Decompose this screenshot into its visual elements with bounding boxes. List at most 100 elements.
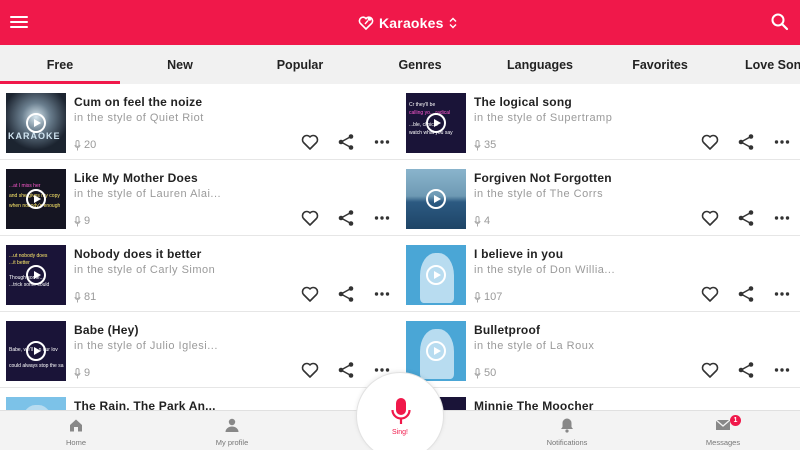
song-thumbnail[interactable]: KARAOKE (6, 93, 66, 153)
hamburger-menu-icon[interactable] (10, 13, 28, 31)
song-artist: in the style of Julio Iglesi... (74, 340, 218, 352)
microphone-small-icon (474, 291, 481, 302)
song-artist: in the style of La Roux (474, 340, 595, 352)
tab-love-songs[interactable]: Love Son (745, 45, 800, 84)
song-artist: in the style of Don Willia... (474, 264, 616, 276)
song-item[interactable]: The Rain, The Park An... (0, 388, 400, 410)
song-item[interactable]: KARAOKE Cum on feel the noize in the sty… (0, 84, 400, 160)
more-options-icon[interactable] (372, 132, 392, 152)
share-icon[interactable] (336, 132, 356, 152)
more-options-icon[interactable] (372, 208, 392, 228)
recordings-count-value: 50 (484, 367, 497, 379)
share-icon[interactable] (336, 360, 356, 380)
app-bar: Karaokes (0, 0, 800, 45)
song-artist: in the style of Lauren Alai... (74, 188, 222, 200)
play-icon (26, 265, 46, 285)
category-tabs: Free New Popular Genres Languages Favori… (0, 45, 800, 84)
recordings-count: 81 (74, 291, 96, 303)
song-item[interactable]: Bulletproof in the style of La Roux 50 (400, 312, 800, 388)
share-icon[interactable] (736, 284, 756, 304)
song-item[interactable]: ...at I miss her and she gives my copy w… (0, 160, 400, 236)
bell-icon (561, 418, 573, 433)
tab-genres[interactable]: Genres (360, 45, 480, 84)
messages-badge: 1 (730, 415, 741, 426)
microphone-small-icon (474, 215, 481, 226)
song-thumbnail[interactable]: Cr they'll be calling yo... radical ...b… (406, 93, 466, 153)
tab-new[interactable]: New (120, 45, 240, 84)
heart-icon[interactable] (700, 284, 720, 304)
nav-notifications[interactable]: Notifications (512, 411, 622, 450)
play-icon (26, 341, 46, 361)
heart-icon[interactable] (700, 132, 720, 152)
song-list: KARAOKE Cum on feel the noize in the sty… (0, 84, 800, 410)
song-title: Cum on feel the noize (74, 95, 203, 109)
recordings-count: 9 (74, 215, 90, 227)
song-item[interactable]: Minnie The Moocher (400, 388, 800, 410)
song-item[interactable]: Cr they'll be calling yo... radical ...b… (400, 84, 800, 160)
song-title: The Rain, The Park An... (74, 399, 216, 410)
microphone-small-icon (74, 215, 81, 226)
nav-home-label: Home (65, 438, 86, 447)
song-thumbnail[interactable] (6, 397, 66, 410)
tab-free[interactable]: Free (0, 45, 120, 84)
nav-my-profile[interactable]: My profile (177, 411, 287, 450)
share-icon[interactable] (336, 284, 356, 304)
song-item[interactable]: Forgiven Not Forgotten in the style of T… (400, 160, 800, 236)
up-down-arrows-icon (449, 17, 457, 29)
tab-languages[interactable]: Languages (480, 45, 600, 84)
microphone-icon (391, 398, 411, 424)
recordings-count: 107 (474, 291, 502, 303)
nav-messages[interactable]: 1 Messages (668, 411, 778, 450)
song-thumbnail[interactable]: ...at I miss her and she gives my copy w… (6, 169, 66, 229)
heart-icon[interactable] (300, 208, 320, 228)
song-thumbnail[interactable] (406, 169, 466, 229)
play-icon (426, 113, 446, 133)
nav-profile-label: My profile (215, 438, 249, 447)
recordings-count: 35 (474, 139, 496, 151)
karaokes-selector[interactable]: Karaokes (358, 12, 457, 34)
share-icon[interactable] (736, 208, 756, 228)
heart-icon[interactable] (700, 208, 720, 228)
song-thumbnail[interactable] (406, 245, 466, 305)
sing-label: Sing! (392, 429, 408, 436)
song-item[interactable]: ...ut nobody does ...it better Though so… (0, 236, 400, 312)
share-icon[interactable] (336, 208, 356, 228)
heart-microphone-icon (358, 16, 374, 31)
more-options-icon[interactable] (372, 284, 392, 304)
play-icon (26, 189, 46, 209)
lyrics-line: ...ut nobody does (9, 253, 48, 259)
more-options-icon[interactable] (772, 360, 792, 380)
song-thumbnail[interactable] (406, 321, 466, 381)
song-title: I believe in you (474, 247, 564, 261)
song-artist: in the style of Carly Simon (74, 264, 216, 276)
nav-home[interactable]: Home (21, 411, 131, 450)
song-thumbnail[interactable]: ...ut nobody does ...it better Though so… (6, 245, 66, 305)
share-icon[interactable] (736, 132, 756, 152)
song-thumbnail[interactable]: Babe, we'll ...n our lov could always st… (6, 321, 66, 381)
more-options-icon[interactable] (772, 284, 792, 304)
sing-button[interactable]: Sing! (356, 372, 444, 450)
play-icon (426, 341, 446, 361)
more-options-icon[interactable] (772, 132, 792, 152)
recordings-count-value: 4 (484, 215, 491, 227)
lyrics-line: ...it better (9, 260, 30, 266)
microphone-small-icon (474, 367, 481, 378)
tab-favorites[interactable]: Favorites (600, 45, 720, 84)
heart-icon[interactable] (300, 360, 320, 380)
app-title: Karaokes (379, 15, 444, 31)
tab-popular[interactable]: Popular (240, 45, 360, 84)
more-options-icon[interactable] (772, 208, 792, 228)
share-icon[interactable] (736, 360, 756, 380)
heart-icon[interactable] (300, 284, 320, 304)
heart-icon[interactable] (300, 132, 320, 152)
recordings-count: 9 (74, 367, 90, 379)
song-title: Babe (Hey) (74, 323, 139, 337)
song-item[interactable]: Babe, we'll ...n our lov could always st… (0, 312, 400, 388)
lyrics-line: Cr they'll be (409, 102, 436, 108)
nav-notifications-label: Notifications (546, 438, 588, 447)
song-item[interactable]: I believe in you in the style of Don Wil… (400, 236, 800, 312)
recordings-count-value: 9 (84, 215, 91, 227)
heart-icon[interactable] (700, 360, 720, 380)
microphone-small-icon (74, 367, 81, 378)
search-icon[interactable] (770, 12, 790, 32)
